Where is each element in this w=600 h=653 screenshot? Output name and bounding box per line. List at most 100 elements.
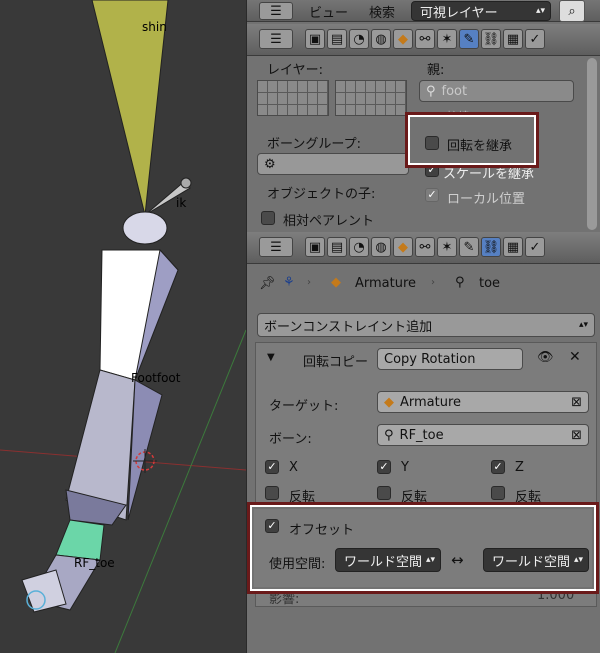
physics-tab-icon-2[interactable]: ✓ [525, 237, 545, 257]
pin-icon[interactable]: 📌︎ [259, 276, 276, 291]
relative-parent-checkbox[interactable] [261, 211, 275, 225]
properties-tabs-top: ☰ ▣ ▤ ◔ ◍ ◆ ⚯ ✶ ✎ ⛓ ▦ ✓ [247, 24, 600, 56]
breadcrumb-object[interactable]: Armature [355, 276, 416, 291]
bone-icon-target: ⚲ [384, 427, 394, 443]
constraint-name-field[interactable]: Copy Rotation [377, 348, 523, 370]
owner-space-arrows-icon: ▴▾ [425, 555, 435, 565]
breadcrumb-separator-2: › [431, 277, 435, 288]
layers-label: レイヤー: [267, 63, 323, 78]
label-rf-toe: RF_toe [74, 556, 115, 570]
object-tab-icon-2[interactable]: ◆ [393, 237, 413, 257]
label-shin: shin [142, 20, 167, 34]
scene-tab-icon-2[interactable]: ◔ [349, 237, 369, 257]
layers-tab-icon[interactable]: ▤ [327, 29, 347, 49]
bone-tab-icon-2[interactable]: ✎ [459, 237, 479, 257]
bone-group-label: ボーングループ: [267, 137, 361, 152]
rf-toe-bone [55, 519, 105, 561]
armature-data-icon: ⚘ [283, 275, 295, 290]
outliner-header: ☰ ビュー 検索 可視レイヤー ▴▾ ⌕ [247, 0, 600, 22]
world-tab-icon-2[interactable]: ◍ [371, 237, 391, 257]
editor-type-menu[interactable]: ☰ [259, 2, 293, 20]
label-ik: ik [176, 196, 187, 210]
armature-view [0, 0, 246, 653]
offset-checkbox[interactable]: ✓ [265, 519, 279, 533]
axis-z-label: Z [515, 460, 524, 475]
layers-tab-icon-2[interactable]: ▤ [327, 237, 347, 257]
relative-parent-label: 相対ペアレント [283, 214, 375, 229]
collapse-arrow-icon[interactable]: ▼ [267, 352, 275, 363]
editor-type-icon-2: ☰ [270, 31, 282, 47]
editor-type-icon-3: ☰ [270, 239, 282, 255]
target-label: ターゲット: [269, 399, 339, 414]
bone-tab-icon[interactable]: ✎ [459, 29, 479, 49]
eye-icon[interactable]: 👁︎ [537, 350, 554, 365]
object-children-label: オブジェクトの子: [267, 187, 376, 202]
search-icon[interactable]: ⌕ [559, 0, 585, 22]
local-location-checkbox[interactable]: ✓ [425, 188, 439, 202]
editor-type-menu-2[interactable]: ☰ [259, 29, 293, 49]
subtarget-bone-field[interactable]: ⚲ RF_toe ⊠ [377, 424, 589, 446]
armature-tab-icon-2[interactable]: ✶ [437, 237, 457, 257]
bone-layers-grid-2[interactable] [335, 80, 407, 116]
close-icon[interactable]: ✕ [569, 349, 581, 365]
world-tab-icon[interactable]: ◍ [371, 29, 391, 49]
use-z-checkbox[interactable]: ✓ [491, 460, 505, 474]
clear-target-icon[interactable]: ⊠ [571, 395, 582, 410]
properties-tabs-bottom: ☰ ▣ ▤ ◔ ◍ ◆ ⚯ ✶ ✎ ⛓ ▦ ✓ [247, 232, 600, 264]
use-y-checkbox[interactable]: ✓ [377, 460, 391, 474]
inherit-rotation-label: 回転を継承 [447, 139, 513, 154]
dropdown-arrows-icon: ▴▾ [535, 6, 545, 16]
local-location-label: ローカル位置 [447, 192, 526, 207]
object-icon-target: ◆ [384, 394, 394, 410]
parent-field[interactable]: ⚲ foot [419, 80, 574, 102]
axis-y-label: Y [401, 460, 409, 475]
constraints-tab-icon[interactable]: ⚯ [415, 29, 435, 49]
breadcrumb-bone[interactable]: toe [479, 276, 500, 291]
3d-viewport[interactable]: shin ik Footfoot RF_toe [0, 0, 246, 653]
texture-tab-icon[interactable]: ▦ [503, 29, 523, 49]
menu-view[interactable]: ビュー [309, 2, 348, 21]
object-tab-icon[interactable]: ◆ [393, 29, 413, 49]
bone-layers-grid-1[interactable] [257, 80, 329, 116]
visible-layers-label: 可視レイヤー [420, 5, 498, 21]
use-x-checkbox[interactable]: ✓ [265, 460, 279, 474]
dropdown-arrows-icon-2: ▴▾ [578, 320, 588, 330]
target-field[interactable]: ◆ Armature ⊠ [377, 391, 589, 413]
constraints-tab-icon-2[interactable]: ⚯ [415, 237, 435, 257]
bone-constraint-tab-icon[interactable]: ⛓ [481, 29, 501, 49]
bone-constraint-tab-icon-2[interactable]: ⛓ [481, 237, 501, 257]
joint-sphere [122, 211, 168, 245]
armature-tab-icon[interactable]: ✶ [437, 29, 457, 49]
target-space-value: ワールド空間 [492, 554, 571, 570]
bone-icon-crumb: ⚲ [455, 275, 465, 290]
bone-label: ボーン: [269, 432, 312, 447]
clear-bone-icon[interactable]: ⊠ [571, 428, 582, 443]
render-tab-icon-2[interactable]: ▣ [305, 237, 325, 257]
scene-tab-icon[interactable]: ◔ [349, 29, 369, 49]
scrollbar[interactable] [587, 58, 597, 230]
menu-search[interactable]: 検索 [369, 2, 395, 21]
offset-label: オフセット [289, 523, 355, 538]
bone-group-field[interactable]: ⚙ [257, 153, 409, 175]
parent-label: 親: [427, 63, 445, 78]
invert-y-checkbox[interactable] [377, 486, 391, 500]
target-space-dropdown[interactable]: ワールド空間 ▴▾ [483, 548, 589, 572]
target-value: Armature [400, 394, 462, 410]
inherit-rotation-checkbox[interactable] [425, 136, 439, 150]
properties-panel: ☰ ビュー 検索 可視レイヤー ▴▾ ⌕ ☰ ▣ ▤ ◔ ◍ ◆ ⚯ ✶ ✎ ⛓… [246, 0, 600, 653]
constraint-name-value: Copy Rotation [384, 351, 476, 367]
add-bone-constraint-dropdown[interactable]: ボーンコンストレイント追加 ▴▾ [257, 313, 595, 337]
owner-space-value: ワールド空間 [344, 554, 423, 570]
invert-x-checkbox[interactable] [265, 486, 279, 500]
physics-tab-icon[interactable]: ✓ [525, 29, 545, 49]
texture-tab-icon-2[interactable]: ▦ [503, 237, 523, 257]
bone-group-icon: ⚙ [264, 156, 276, 172]
render-tab-icon[interactable]: ▣ [305, 29, 325, 49]
visible-layers-dropdown[interactable]: 可視レイヤー ▴▾ [411, 1, 551, 21]
editor-type-menu-3[interactable]: ☰ [259, 237, 293, 257]
owner-space-dropdown[interactable]: ワールド空間 ▴▾ [335, 548, 441, 572]
parent-value: foot [441, 83, 468, 99]
space-label: 使用空間: [269, 557, 326, 572]
invert-z-checkbox[interactable] [491, 486, 505, 500]
bone-icon: ⚲ [426, 83, 436, 99]
